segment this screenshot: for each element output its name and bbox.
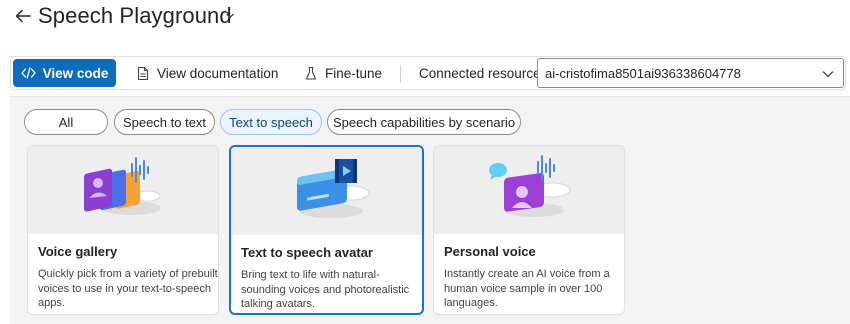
filter-label: Speech to text (122, 114, 207, 130)
page-header: Speech Playground (0, 0, 850, 34)
filter-label: Text to speech (229, 114, 313, 130)
page-title: Speech Playground (38, 3, 232, 28)
card-voice-gallery[interactable]: Voice gallery Quickly pick from a variet… (27, 145, 219, 315)
filter-label: All (58, 114, 74, 130)
toolbar-divider (400, 65, 401, 83)
card-personal-voice[interactable]: Personal voice Instantly create an AI vo… (433, 145, 625, 315)
view-code-button[interactable]: View code (13, 59, 116, 87)
connected-resource-label: Connected resource (419, 66, 541, 81)
card-illustration (434, 146, 624, 234)
toolbar: View code View documentation Fine-tune C… (10, 56, 846, 90)
card-illustration (231, 147, 422, 235)
code-icon (20, 67, 36, 79)
view-documentation-label: View documentation (157, 65, 279, 81)
filter-label: Speech capabilities by scenario (332, 114, 516, 130)
card-description: Quickly pick from a variety of prebuilt … (38, 268, 218, 309)
chevron-down-icon[interactable] (225, 11, 235, 21)
fine-tune-button[interactable]: Fine-tune (305, 59, 382, 87)
avatar-illustration-icon (297, 159, 370, 218)
card-description: Bring text to life with natural-sounding… (241, 269, 410, 310)
flask-icon (305, 66, 317, 80)
back-arrow-icon[interactable] (13, 6, 33, 26)
connected-resource-value: ai-cristofima8501ai936338604778 (545, 66, 741, 81)
filter-all[interactable]: All (24, 109, 108, 135)
filter-speech-capabilities-by-scenario[interactable]: Speech capabilities by scenario (327, 109, 521, 135)
view-documentation-button[interactable]: View documentation (137, 59, 278, 87)
card-illustration (28, 146, 218, 234)
chevron-down-icon (822, 71, 834, 78)
filter-speech-to-text[interactable]: Speech to text (114, 109, 215, 135)
view-code-label: View code (42, 65, 109, 81)
card-description: Instantly create an AI voice from a huma… (444, 268, 610, 309)
connected-resource-select[interactable]: ai-cristofima8501ai936338604778 (537, 58, 844, 88)
personal-voice-illustration-icon (489, 155, 571, 217)
filter-text-to-speech[interactable]: Text to speech (220, 109, 322, 135)
document-icon (137, 66, 149, 80)
card-text-to-speech-avatar[interactable]: Text to speech avatar Bring text to life… (229, 145, 424, 315)
card-title: Voice gallery (38, 244, 118, 259)
capabilities-panel: All Speech to text Text to speech Speech… (10, 96, 850, 324)
card-title: Text to speech avatar (241, 245, 373, 260)
fine-tune-label: Fine-tune (325, 65, 383, 81)
card-title: Personal voice (444, 244, 536, 259)
voice-gallery-illustration-icon (84, 157, 161, 215)
